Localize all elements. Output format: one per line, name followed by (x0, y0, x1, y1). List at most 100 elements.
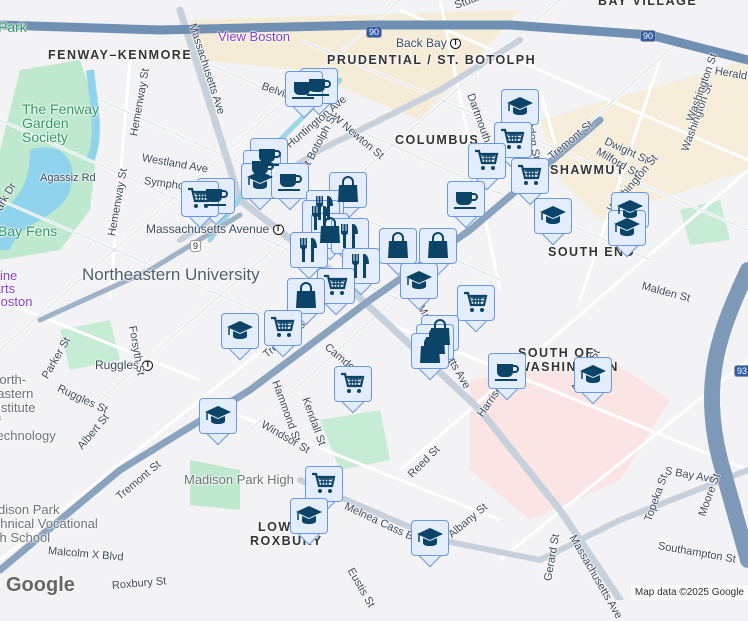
marker-body (419, 228, 457, 264)
marker-body (501, 89, 539, 125)
back-bay-station-label[interactable]: Back Bay T (396, 36, 462, 50)
route-shield: 90 (640, 30, 657, 42)
grocery-icon (271, 316, 295, 337)
marker-graduation[interactable] (199, 398, 237, 446)
grocery-icon (341, 372, 365, 393)
route-shield: 93 (734, 365, 748, 377)
marker-graduation[interactable] (574, 357, 612, 405)
cafe-icon (278, 174, 302, 191)
neighborhood-label: FENWAY–KENMORE (48, 48, 193, 62)
marker-body (574, 357, 612, 393)
grocery-icon (312, 472, 336, 493)
graduation-icon (227, 321, 253, 339)
cafe-icon (292, 82, 316, 99)
marker-grocery[interactable] (457, 285, 495, 333)
marker-graduation[interactable] (411, 520, 449, 568)
marker-body (411, 333, 449, 369)
route-shield: 9 (190, 240, 202, 252)
route-shield: 90 (366, 26, 383, 38)
restaurant-icon (340, 224, 358, 248)
madison-park-label[interactable]: Madison Park High (184, 472, 294, 487)
back-bay-text: Back Bay (396, 36, 447, 50)
shopping-icon (388, 232, 408, 258)
neighborhood-label: COLUMBUS (395, 133, 480, 147)
graduation-icon (540, 206, 566, 224)
grocery-icon (324, 274, 348, 295)
graduation-icon (580, 365, 606, 383)
marker-body (287, 278, 325, 314)
marker-cafe[interactable] (447, 181, 485, 229)
cafe-icon (454, 192, 478, 209)
view-boston-label[interactable]: View Boston (218, 29, 290, 44)
marker-body (221, 313, 259, 349)
marker-grocery[interactable] (181, 181, 219, 229)
marker-body (534, 198, 572, 234)
neighborhood-label: BAY VILLAGE (598, 0, 698, 8)
i93-highway (703, 262, 748, 568)
map-attribution[interactable]: Map data ©2025 Google (630, 585, 748, 600)
marker-body (468, 143, 506, 179)
neighborhood-label: PRUDENTIAL / ST. BOTOLPH (327, 53, 537, 67)
institute-label: North­eastern Institute of Technology (0, 372, 56, 443)
marker-body (334, 366, 372, 402)
marker-body (271, 163, 309, 199)
graduation-icon (205, 406, 231, 424)
shopping-icon (296, 282, 316, 308)
marker-body (447, 181, 485, 217)
transit-icon: T (450, 38, 462, 50)
restaurant-icon (299, 238, 317, 262)
cafe-icon (495, 364, 519, 381)
graduation-icon (247, 171, 273, 189)
map-canvas[interactable] (0, 0, 748, 600)
grocery-icon (464, 291, 488, 312)
transit-icon: T (272, 224, 284, 236)
shopping-icon (420, 337, 440, 363)
marker-graduation[interactable] (534, 198, 572, 246)
graduation-icon (406, 271, 432, 289)
graduation-icon (417, 528, 443, 546)
marker-shopping[interactable] (411, 333, 449, 381)
grocery-icon (188, 187, 212, 208)
marker-graduation[interactable] (608, 210, 646, 258)
marker-body (511, 158, 549, 194)
marker-body (305, 466, 343, 502)
marker-body (488, 353, 526, 389)
street-label: Agassiz Rd (40, 172, 96, 184)
marker-body (285, 71, 323, 107)
bay-fens-label: Bay Fens (0, 223, 58, 239)
marker-body (199, 398, 237, 434)
marker-grocery[interactable] (264, 310, 302, 358)
grocery-icon (518, 164, 542, 185)
northeastern-label: Northeastern University (82, 265, 260, 284)
marker-body (411, 520, 449, 556)
park-label: Park (0, 19, 27, 35)
marker-cafe[interactable] (488, 353, 526, 401)
marker-graduation[interactable] (221, 313, 259, 361)
marker-body (290, 498, 328, 534)
marker-graduation[interactable] (290, 498, 328, 546)
marker-cafe[interactable] (285, 71, 323, 119)
marker-body (317, 268, 355, 304)
marker-body (331, 218, 369, 254)
museum-label[interactable]: Fine Arts Boston (0, 269, 32, 308)
grocery-icon (475, 149, 499, 170)
grocery-icon (501, 128, 525, 149)
graduation-icon (614, 218, 640, 236)
marker-graduation[interactable] (400, 263, 438, 311)
marker-grocery[interactable] (334, 366, 372, 414)
shopping-icon (428, 232, 448, 258)
marker-body (608, 210, 646, 246)
marker-body (290, 232, 328, 268)
marker-body (264, 310, 302, 346)
marker-body (181, 181, 219, 217)
marker-body (400, 263, 438, 299)
restaurant-icon (351, 254, 369, 278)
marker-body (241, 163, 279, 199)
google-logo[interactable]: Google (6, 574, 75, 597)
fenway-garden-label: The Fenway Garden Society (22, 101, 100, 145)
graduation-icon (507, 97, 533, 115)
marker-body (379, 228, 417, 264)
marker-body (457, 285, 495, 321)
graduation-icon (296, 506, 322, 524)
technical-school-label[interactable]: Madison Park Technical Vocational High S… (0, 503, 110, 545)
